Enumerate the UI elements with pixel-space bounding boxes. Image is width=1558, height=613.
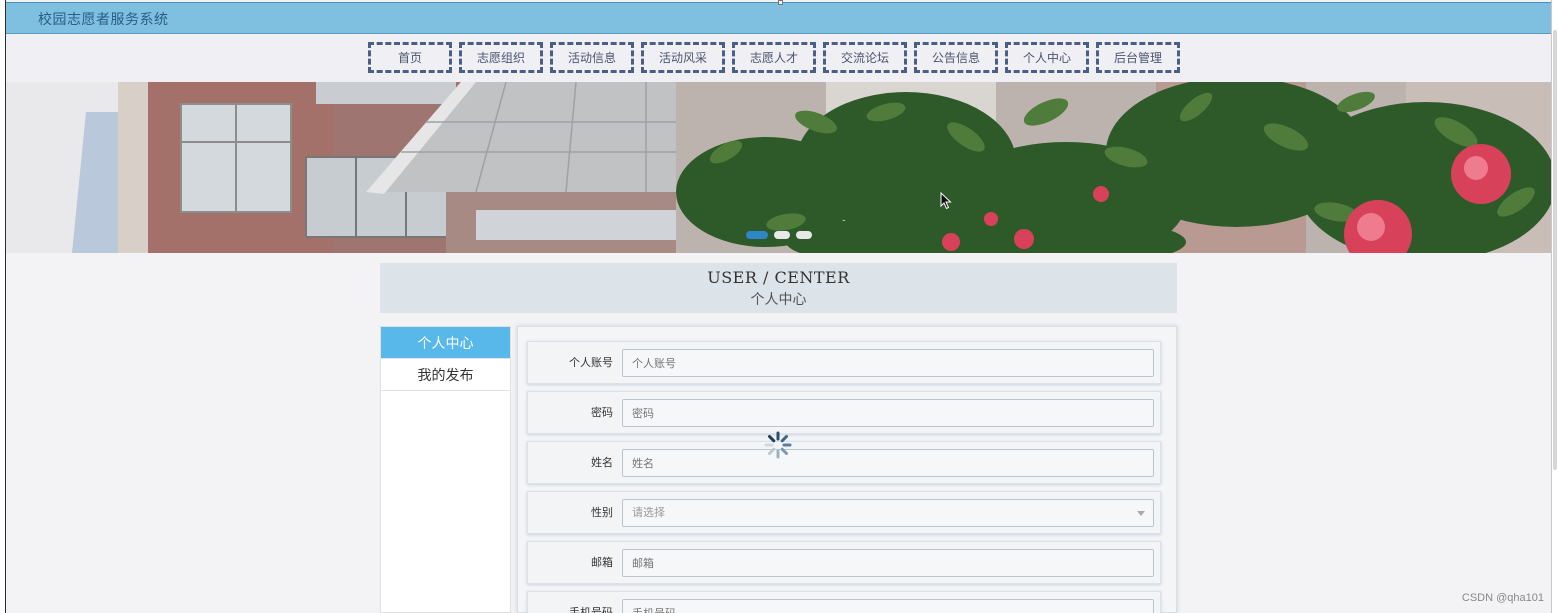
side-item-my-posts[interactable]: 我的发布 <box>381 359 510 391</box>
gender-select-value: 请选择 <box>632 506 665 519</box>
nav-item-volunteer-talent[interactable]: 志愿人才 <box>732 42 816 73</box>
watermark-text: CSDN @qha101 <box>1461 592 1544 604</box>
banner-image <box>6 82 1551 253</box>
page-title-cn: 个人中心 <box>750 292 807 308</box>
nav-list: 首页 志愿组织 活动信息 活动风采 志愿人才 交流论坛 公告信息 个人中心 后台… <box>368 42 1187 73</box>
nav-item-user-center[interactable]: 个人中心 <box>1005 42 1089 73</box>
carousel-dot[interactable] <box>774 231 790 239</box>
nav-item-activity-info[interactable]: 活动信息 <box>550 42 634 73</box>
nav-item-home[interactable]: 首页 <box>368 42 452 73</box>
profile-form: 个人账号 密码 姓名 性别 请选择 邮箱 手机号码 <box>517 326 1177 613</box>
user-center-header: USER / CENTER 个人中心 <box>380 263 1177 313</box>
name-label: 姓名 <box>591 456 613 469</box>
form-row-account: 个人账号 <box>527 341 1161 384</box>
account-input[interactable] <box>622 349 1154 377</box>
nav-item-forum[interactable]: 交流论坛 <box>823 42 907 73</box>
form-row-email: 邮箱 <box>527 541 1161 584</box>
nav-item-activity-gallery[interactable]: 活动风采 <box>641 42 725 73</box>
phone-label: 手机号码 <box>569 606 613 613</box>
window-scrollbar[interactable] <box>1551 0 1558 613</box>
phone-input[interactable] <box>622 599 1154 613</box>
resize-handle-icon[interactable] <box>778 0 783 5</box>
carousel-indicators <box>746 231 812 239</box>
form-row-name: 姓名 <box>527 441 1161 484</box>
carousel-dot-active[interactable] <box>746 231 768 239</box>
name-input[interactable] <box>622 449 1154 477</box>
nav-item-volunteer-orgs[interactable]: 志愿组织 <box>459 42 543 73</box>
site-header: 校园志愿者服务系统 <box>6 0 1551 34</box>
form-row-password: 密码 <box>527 391 1161 434</box>
side-item-user-center[interactable]: 个人中心 <box>381 327 510 359</box>
page-title-en: USER / CENTER <box>707 268 850 287</box>
account-label: 个人账号 <box>569 356 613 369</box>
carousel-dot[interactable] <box>796 231 812 239</box>
banner-carousel[interactable] <box>6 82 1551 253</box>
user-side-menu: 个人中心 我的发布 <box>380 326 511 613</box>
loading-spinner-icon <box>764 431 792 459</box>
form-row-gender: 性别 请选择 <box>527 491 1161 534</box>
mouse-cursor-icon <box>940 192 952 210</box>
gender-select[interactable]: 请选择 <box>622 499 1154 527</box>
form-row-phone: 手机号码 <box>527 591 1161 613</box>
main-navigation: 首页 志愿组织 活动信息 活动风采 志愿人才 交流论坛 公告信息 个人中心 后台… <box>6 34 1551 82</box>
gender-label: 性别 <box>591 506 613 519</box>
password-input[interactable] <box>622 399 1154 427</box>
password-label: 密码 <box>591 406 613 419</box>
chevron-down-icon <box>1137 511 1145 516</box>
email-input[interactable] <box>622 549 1154 577</box>
scrollbar-thumb[interactable] <box>1553 30 1557 470</box>
email-label: 邮箱 <box>591 556 613 569</box>
nav-item-announcements[interactable]: 公告信息 <box>914 42 998 73</box>
site-title: 校园志愿者服务系统 <box>38 12 169 28</box>
nav-item-admin[interactable]: 后台管理 <box>1096 42 1180 73</box>
